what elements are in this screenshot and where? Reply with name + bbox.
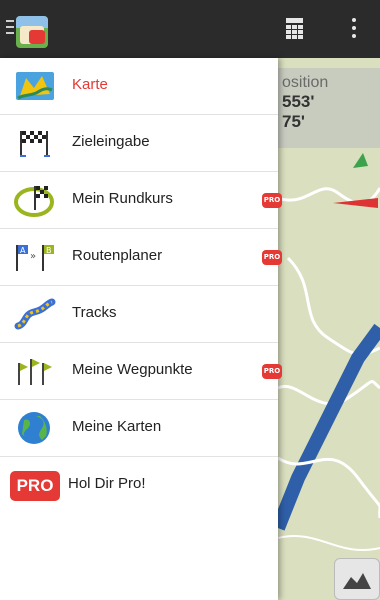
coordinate-2: 75' (282, 112, 305, 131)
drawer-item-zieleingabe[interactable]: Zieleingabe (0, 115, 278, 172)
elevation-profile-button[interactable] (334, 558, 380, 600)
checkered-flag-icon (20, 131, 50, 157)
position-label: osition (282, 74, 329, 91)
pro-badge: PRO (262, 193, 282, 208)
drawer-item-label: Meine Karten (72, 418, 162, 435)
calculator-icon[interactable] (286, 18, 304, 42)
pro-badge: PRO (262, 250, 282, 265)
drawer-item-label: Karte (72, 76, 108, 93)
pro-logo: PRO (10, 471, 60, 501)
drawer-item-label: Zieleingabe (72, 133, 150, 150)
app-logo-icon[interactable] (16, 16, 48, 48)
drawer-toggle-icon[interactable] (6, 20, 16, 38)
map-view[interactable]: osition 553' 75' (278, 58, 380, 600)
drawer-item-label: Hol Dir Pro! (68, 475, 146, 492)
svg-text:»: » (30, 251, 36, 262)
map-icon (16, 72, 54, 100)
drawer-item-meine-wegpunkte[interactable]: Meine Wegpunkte PRO (0, 343, 282, 400)
drawer-item-tracks[interactable]: Tracks (0, 286, 278, 343)
position-panel: osition 553' 75' (278, 68, 380, 148)
drawer-item-label: Mein Rundkurs (72, 190, 173, 207)
pro-badge: PRO (262, 364, 282, 379)
drawer-item-karte[interactable]: Karte (0, 58, 278, 115)
round-course-icon (14, 186, 54, 217)
elevation-icon (343, 573, 371, 589)
drawer-item-label: Routenplaner (72, 247, 163, 264)
svg-text:A: A (20, 246, 26, 255)
tracks-icon (14, 298, 56, 330)
navigation-drawer: Karte Zieleingabe Mein Rundkurs PRO A » … (0, 58, 282, 600)
waypoints-icon (18, 359, 52, 385)
svg-text:B: B (46, 246, 52, 255)
drawer-item-label: Meine Wegpunkte (72, 361, 193, 378)
route-planner-icon: A » B (16, 245, 54, 271)
drawer-item-label: Tracks (72, 304, 117, 321)
top-app-bar (0, 0, 380, 58)
drawer-item-meine-karten[interactable]: Meine Karten (0, 400, 278, 457)
coordinate-1: 553' (282, 92, 315, 111)
globe-icon (18, 412, 50, 444)
more-vert-icon[interactable] (352, 18, 358, 42)
drawer-item-routenplaner[interactable]: A » B Routenplaner PRO (0, 229, 282, 286)
drawer-item-hol-dir-pro[interactable]: PRO Hol Dir Pro! (0, 457, 278, 515)
drawer-item-mein-rundkurs[interactable]: Mein Rundkurs PRO (0, 172, 282, 229)
